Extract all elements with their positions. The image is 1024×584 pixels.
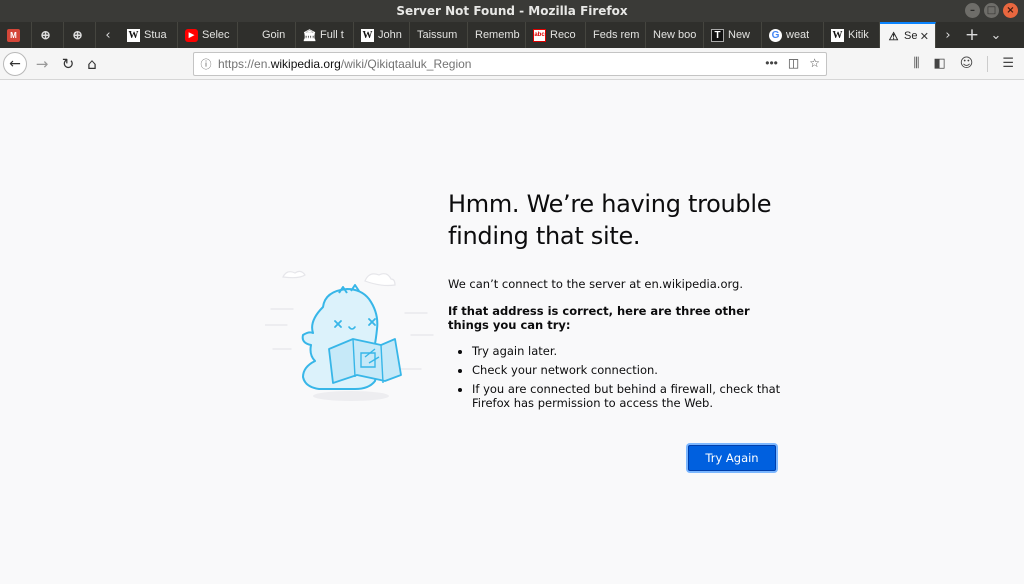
chevron-left-icon: ‹	[105, 27, 111, 43]
globe-icon: ⊕	[72, 28, 83, 42]
tab-item[interactable]: abc Reco	[526, 22, 586, 48]
back-button[interactable]: ←	[3, 52, 27, 76]
tab-active[interactable]: ⚠ Se ✕	[880, 22, 936, 48]
close-window-button[interactable]: ×	[1003, 3, 1018, 18]
globe-icon: ⊕	[40, 28, 51, 42]
tab-item[interactable]: Rememb	[468, 22, 526, 48]
tab-item[interactable]: W John	[354, 22, 410, 48]
tab-item[interactable]: Feds rem	[586, 22, 646, 48]
close-tab-icon[interactable]: ✕	[920, 30, 929, 43]
tab-item[interactable]: Taissum	[410, 22, 468, 48]
tab-item[interactable]: G weat	[762, 22, 824, 48]
error-title: Hmm. We’re having trouble finding that s…	[448, 190, 772, 250]
tab-label: Goin	[262, 29, 286, 41]
tab-item[interactable]: W Kitik	[824, 22, 880, 48]
wikipedia-icon: W	[831, 28, 844, 42]
toolbar-separator	[987, 56, 989, 72]
t-logo-icon: T	[711, 28, 724, 42]
menu-icon[interactable]: ☰	[1002, 56, 1014, 72]
reload-button[interactable]: ↻	[56, 52, 80, 76]
wikipedia-icon: W	[361, 28, 374, 42]
window-titlebar: Server Not Found - Mozilla Firefox – □ ×	[0, 0, 1024, 22]
tab-strip: M ⊕ ⊕ ‹ W Stua ▶ Selec Goin 🏛 Full t W J…	[0, 22, 1024, 48]
tab-label: Reco	[550, 29, 576, 41]
forward-button[interactable]: →	[30, 52, 54, 76]
tab-label: John	[378, 29, 402, 41]
tab-label: Stua	[144, 29, 167, 41]
maximize-button[interactable]: □	[984, 3, 999, 18]
arrow-left-icon: ←	[9, 56, 21, 72]
window-title: Server Not Found - Mozilla Firefox	[396, 4, 628, 18]
bookmark-star-icon[interactable]: ☆	[809, 56, 820, 70]
url-bar[interactable]: ⓘ https://en.wikipedia.org/wiki/Qikiqtaa…	[193, 52, 827, 76]
dinosaur-illustration-icon	[265, 270, 434, 401]
tab-item[interactable]: ▶ Selec	[178, 22, 238, 48]
chevron-right-icon: ›	[945, 27, 951, 43]
all-tabs-button[interactable]: ⌄	[984, 22, 1008, 48]
gmail-icon: M	[7, 28, 20, 42]
abc-news-icon: abc	[533, 28, 546, 42]
url-text[interactable]: https://en.wikipedia.org/wiki/Qikiqtaalu…	[218, 57, 471, 71]
tab-label: Taissum	[417, 29, 458, 41]
info-icon[interactable]: ⓘ	[194, 56, 218, 72]
tab-label: New boo	[653, 29, 697, 41]
list-item: Try again later.	[472, 344, 788, 358]
list-item: Check your network connection.	[472, 363, 788, 377]
youtube-icon: ▶	[185, 28, 198, 42]
page-actions-icon[interactable]: •••	[765, 56, 778, 70]
list-item: If you are connected but behind a firewa…	[472, 382, 788, 410]
tab-label: Full t	[320, 29, 344, 41]
sidebar-icon[interactable]: ◧	[933, 56, 945, 72]
tab-label: New	[728, 29, 751, 41]
minimize-button[interactable]: –	[965, 3, 980, 18]
tab-label: Kitik	[848, 29, 869, 41]
error-message: Hmm. We’re having trouble finding that s…	[448, 188, 788, 415]
home-icon: ⌂	[87, 55, 97, 73]
tab-item[interactable]: Goin	[238, 22, 296, 48]
tabs-scroll-left-button[interactable]: ‹	[96, 22, 120, 48]
home-button[interactable]: ⌂	[80, 52, 104, 76]
tab-pinned-globe-1[interactable]: ⊕	[32, 22, 64, 48]
library-icon[interactable]: ⫼	[914, 56, 920, 72]
url-actions: ••• ◫ ☆	[765, 56, 820, 70]
tab-item[interactable]: W Stua	[120, 22, 178, 48]
tab-item[interactable]: New boo	[646, 22, 704, 48]
wikipedia-icon: W	[127, 28, 140, 42]
tab-label: Se	[904, 30, 918, 42]
error-description: We can’t connect to the server at en.wik…	[448, 277, 743, 291]
pocket-icon[interactable]: ◫	[788, 56, 799, 70]
tab-item[interactable]: 🏛 Full t	[296, 22, 354, 48]
tab-item[interactable]: T New	[704, 22, 762, 48]
tab-pinned-globe-2[interactable]: ⊕	[64, 22, 96, 48]
tabs-scroll-right-button[interactable]: ›	[936, 22, 960, 48]
chevron-down-icon: ⌄	[990, 27, 1002, 43]
tab-pinned-gmail[interactable]: M	[0, 22, 32, 48]
navigation-toolbar: ← → ↻ ⌂ ⓘ https://en.wikipedia.org/wiki/…	[0, 48, 1024, 80]
new-tab-button[interactable]: +	[960, 22, 984, 48]
plus-icon: +	[964, 25, 980, 45]
try-again-button[interactable]: Try Again	[688, 445, 776, 471]
right-toolbar: ⫼ ◧ ☺ ☰	[914, 56, 1014, 72]
tab-label: Selec	[202, 29, 230, 41]
account-icon[interactable]: ☺	[960, 56, 974, 72]
reload-icon: ↻	[61, 55, 75, 73]
tab-label: weat	[786, 29, 810, 41]
window-controls: – □ ×	[965, 3, 1018, 18]
arrow-right-icon: →	[35, 55, 49, 73]
museum-icon: 🏛	[302, 29, 317, 42]
tab-label: Feds rem	[593, 29, 640, 41]
error-tips-list: Try again later. Check your network conn…	[448, 344, 788, 410]
warning-icon: ⚠	[888, 30, 899, 43]
error-subhead: If that address is correct, here are thr…	[448, 304, 750, 332]
tab-label: Rememb	[475, 29, 520, 41]
google-icon: G	[769, 28, 782, 42]
